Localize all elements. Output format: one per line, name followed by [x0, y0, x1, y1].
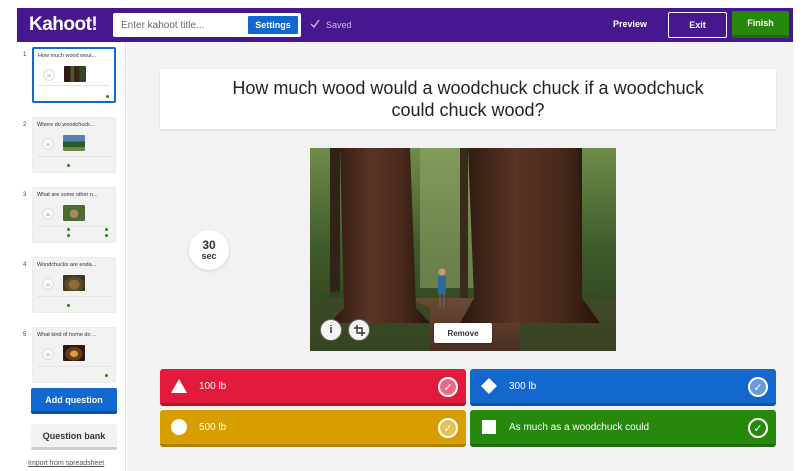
- circle-icon: [169, 417, 189, 437]
- correct-dot: [105, 228, 108, 231]
- correct-dot: [105, 234, 108, 237]
- correct-dot: [67, 228, 70, 231]
- answer-text[interactable]: As much as a woodchuck could: [509, 422, 649, 433]
- square-icon: [479, 417, 499, 437]
- answer-lines: [37, 366, 111, 374]
- correct-toggle-icon[interactable]: ✓: [438, 418, 458, 438]
- slide-card[interactable]: Where do woodchuck... 30: [32, 117, 116, 173]
- slide-item-5[interactable]: 5 What kind of home do ... 30: [17, 322, 126, 388]
- add-question-button[interactable]: Add question: [31, 388, 117, 414]
- slide-thumbnail: [63, 275, 85, 291]
- slide-number: 4: [23, 262, 27, 268]
- correct-toggle-icon[interactable]: ✓: [748, 418, 768, 438]
- slide-title: What are some other n...: [37, 192, 98, 198]
- preview-button[interactable]: Preview: [613, 19, 647, 29]
- info-icon[interactable]: i: [320, 319, 342, 341]
- slide-item-4[interactable]: 4 Woodchucks are enda... 30: [17, 252, 126, 318]
- timer-value: 30: [202, 238, 216, 252]
- settings-button[interactable]: Settings: [247, 15, 299, 35]
- slide-timer: 30: [42, 138, 54, 150]
- correct-dot: [67, 234, 70, 237]
- answer-text[interactable]: 100 lb: [199, 381, 226, 392]
- remove-image-button[interactable]: Remove: [434, 323, 492, 343]
- timer-unit: sec: [201, 251, 217, 261]
- title-field: Settings: [113, 13, 301, 37]
- answer-lines: [38, 85, 110, 93]
- slide-thumbnail: [64, 66, 86, 82]
- answer-2[interactable]: 300 lb ✓: [470, 369, 776, 406]
- top-bar: Kahoot! Settings Saved Preview Exit Fini…: [17, 8, 793, 42]
- answer-1[interactable]: 100 lb ✓: [160, 369, 466, 406]
- import-spreadsheet-link[interactable]: Import from spreadsheet: [28, 460, 104, 467]
- time-limit-selector[interactable]: 30 sec: [189, 230, 229, 270]
- exit-button[interactable]: Exit: [668, 12, 727, 38]
- slide-timer: 30: [43, 69, 55, 81]
- question-text[interactable]: How much wood would a woodchuck chuck if…: [220, 77, 716, 122]
- triangle-icon: [169, 376, 189, 396]
- slide-card[interactable]: How much wood woul... 30: [32, 47, 116, 103]
- answer-text[interactable]: 300 lb: [509, 381, 536, 392]
- answer-text[interactable]: 500 lb: [199, 422, 226, 433]
- slide-sidebar: 1 How much wood woul... 30 2 Where do wo…: [17, 42, 126, 471]
- slide-timer: 30: [42, 278, 54, 290]
- slide-title: Woodchucks are enda...: [37, 262, 97, 268]
- slide-title: Where do woodchuck...: [37, 122, 95, 128]
- slide-card[interactable]: Woodchucks are enda... 30: [32, 257, 116, 313]
- answer-lines: [37, 156, 111, 164]
- answer-lines: [37, 226, 111, 234]
- finish-button[interactable]: Finish: [732, 11, 789, 38]
- checkmark-icon: [310, 19, 320, 30]
- slide-thumbnail: [63, 135, 85, 151]
- slide-number: 3: [23, 192, 27, 198]
- correct-dot: [106, 95, 109, 98]
- kahoot-logo[interactable]: Kahoot!: [29, 14, 98, 36]
- crop-icon[interactable]: [348, 319, 370, 341]
- correct-toggle-icon[interactable]: ✓: [748, 377, 768, 397]
- correct-dot: [67, 164, 70, 167]
- slide-title: How much wood woul...: [38, 53, 97, 59]
- slide-timer: 30: [42, 348, 54, 360]
- question-editor: How much wood would a woodchuck chuck if…: [127, 42, 793, 471]
- slide-number: 2: [23, 122, 27, 128]
- saved-label: Saved: [326, 19, 352, 30]
- kahoot-title-input[interactable]: [113, 13, 245, 37]
- slide-number: 1: [23, 52, 27, 58]
- slide-card[interactable]: What are some other n... 30: [32, 187, 116, 243]
- slide-title: What kind of home do ...: [37, 332, 97, 338]
- slide-timer: 30: [42, 208, 54, 220]
- answer-3[interactable]: 500 lb ✓: [160, 410, 466, 447]
- answer-lines: [37, 296, 111, 304]
- diamond-icon: [479, 376, 499, 396]
- answer-4[interactable]: As much as a woodchuck could ✓: [470, 410, 776, 447]
- question-bank-button[interactable]: Question bank: [31, 424, 117, 450]
- slide-thumbnail: [63, 345, 85, 361]
- correct-dot: [67, 304, 70, 307]
- slide-item-1[interactable]: 1 How much wood woul... 30: [17, 42, 126, 108]
- slide-item-2[interactable]: 2 Where do woodchuck... 30: [17, 112, 126, 178]
- slide-item-3[interactable]: 3 What are some other n... 30: [17, 182, 126, 248]
- question-image[interactable]: i Remove: [310, 148, 616, 351]
- slide-card[interactable]: What kind of home do ... 30: [32, 327, 116, 383]
- correct-toggle-icon[interactable]: ✓: [438, 377, 458, 397]
- slide-number: 5: [23, 332, 27, 338]
- correct-dot: [105, 374, 108, 377]
- slide-thumbnail: [63, 205, 85, 221]
- saved-status: Saved: [310, 19, 352, 30]
- question-field[interactable]: How much wood would a woodchuck chuck if…: [160, 69, 776, 129]
